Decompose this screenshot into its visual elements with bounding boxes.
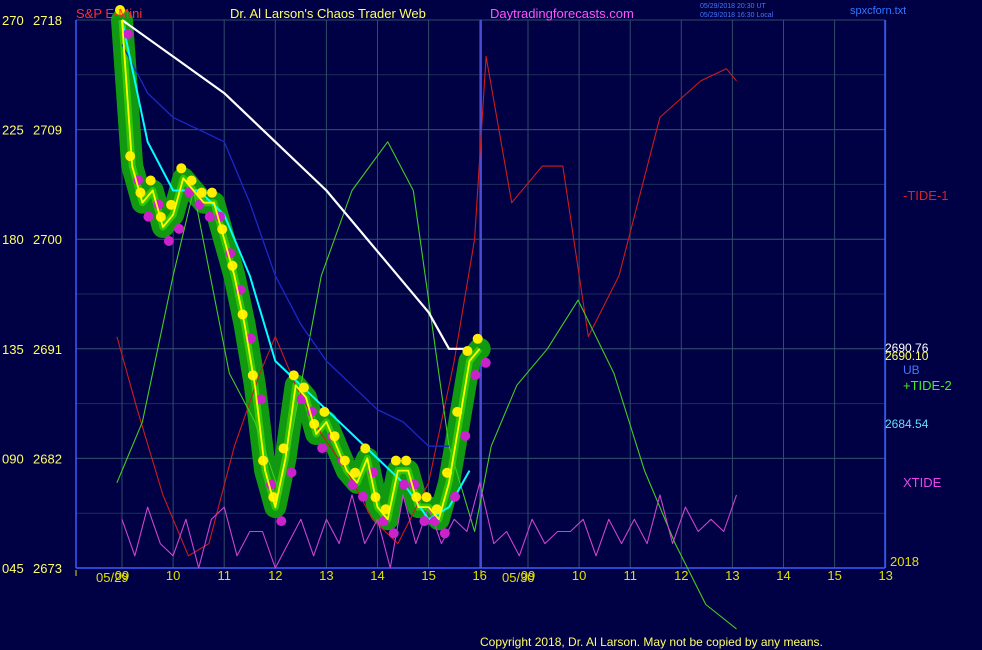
price-axis-label: 2718 <box>33 13 62 28</box>
low-dot <box>439 528 450 539</box>
x-tick-label: 12 <box>268 568 282 583</box>
x-tick-label: 13 <box>319 568 333 583</box>
high-dot <box>288 370 299 381</box>
left-scale-label: 090 <box>2 451 24 466</box>
low-dot <box>123 29 133 39</box>
x-tick-label: 12 <box>674 568 688 583</box>
high-dot <box>462 345 473 356</box>
copyright-text: Copyright 2018, Dr. Al Larson. May not b… <box>480 635 823 649</box>
date-label: 05/30 <box>502 570 535 585</box>
x-tick-label: 11 <box>217 568 231 583</box>
high-dot <box>176 163 187 174</box>
instrument-label: S&P E-Mini <box>76 6 142 21</box>
price-axis-label: 2673 <box>33 561 62 576</box>
price-axis-label: 2691 <box>33 342 62 357</box>
right-label-price2: 2690.10 <box>885 349 929 363</box>
x-tick-label: 11 <box>623 568 637 583</box>
chart-title: Dr. Al Larson's Chaos Trader Web <box>230 6 426 21</box>
low-dot <box>480 357 491 368</box>
low-dot <box>398 479 409 490</box>
x-tick-label: 16 <box>472 568 486 583</box>
high-dot <box>421 492 432 503</box>
high-dot <box>472 333 483 344</box>
left-scale-label: 180 <box>2 232 24 247</box>
right-label-tide1: -TIDE-1 <box>903 188 949 203</box>
high-dot <box>319 406 330 417</box>
price-axis-label: 2682 <box>33 451 62 466</box>
x-tick-label: 14 <box>370 568 384 583</box>
low-dot <box>388 528 399 539</box>
x-tick-label: 10 <box>572 568 586 583</box>
left-scale-label: 270 <box>2 13 24 28</box>
high-dot <box>390 455 401 466</box>
price-axis-label: 2709 <box>33 123 62 138</box>
price-axis-label: 2700 <box>33 232 62 247</box>
low-dot <box>450 491 461 502</box>
left-scale-label: 225 <box>2 123 24 138</box>
low-dot <box>358 491 369 502</box>
left-scale-label: 045 <box>2 561 24 576</box>
right-label-ub: UB <box>903 363 920 377</box>
left-scale-label: 135 <box>2 342 24 357</box>
x-tick-label: 15 <box>421 568 435 583</box>
high-dot <box>401 455 412 466</box>
x-tick-label: 10 <box>166 568 180 583</box>
low-dot <box>419 516 430 527</box>
x-tick-label: 14 <box>776 568 790 583</box>
low-dot <box>204 211 215 222</box>
low-dot <box>143 211 154 222</box>
low-dot <box>470 369 481 380</box>
high-dot <box>360 443 371 454</box>
low-dot <box>286 467 297 478</box>
filename-label: spxcforn.txt <box>850 5 906 17</box>
low-dot <box>276 516 287 527</box>
low-dot <box>174 223 185 234</box>
high-dot <box>145 175 156 186</box>
date-label: 05/29 <box>96 570 129 585</box>
low-dot <box>317 443 328 454</box>
timestamp-ut: 05/29/2018 20:30 UT <box>700 3 766 10</box>
timestamp-local: 05/29/2018 16:30 Local <box>700 12 774 19</box>
right-label-tide2: +TIDE-2 <box>903 378 952 393</box>
x-tick-label: 15 <box>827 568 841 583</box>
low-dot <box>163 236 174 247</box>
low-dot <box>460 430 471 441</box>
right-label-xtide: XTIDE <box>903 475 942 490</box>
right-label-price3: 2684.54 <box>885 417 929 431</box>
x-tick-label: 13 <box>878 568 892 583</box>
chart-canvas: 270 225 180 135 090 045 2718 2709 2700 2691 2682 26… <box>0 0 982 650</box>
high-dot <box>125 151 136 162</box>
site-link[interactable]: Daytradingforecasts.com <box>490 6 634 21</box>
x-tick-label: 13 <box>725 568 739 583</box>
high-dot <box>206 187 217 198</box>
year-label: 2018 <box>890 554 919 569</box>
